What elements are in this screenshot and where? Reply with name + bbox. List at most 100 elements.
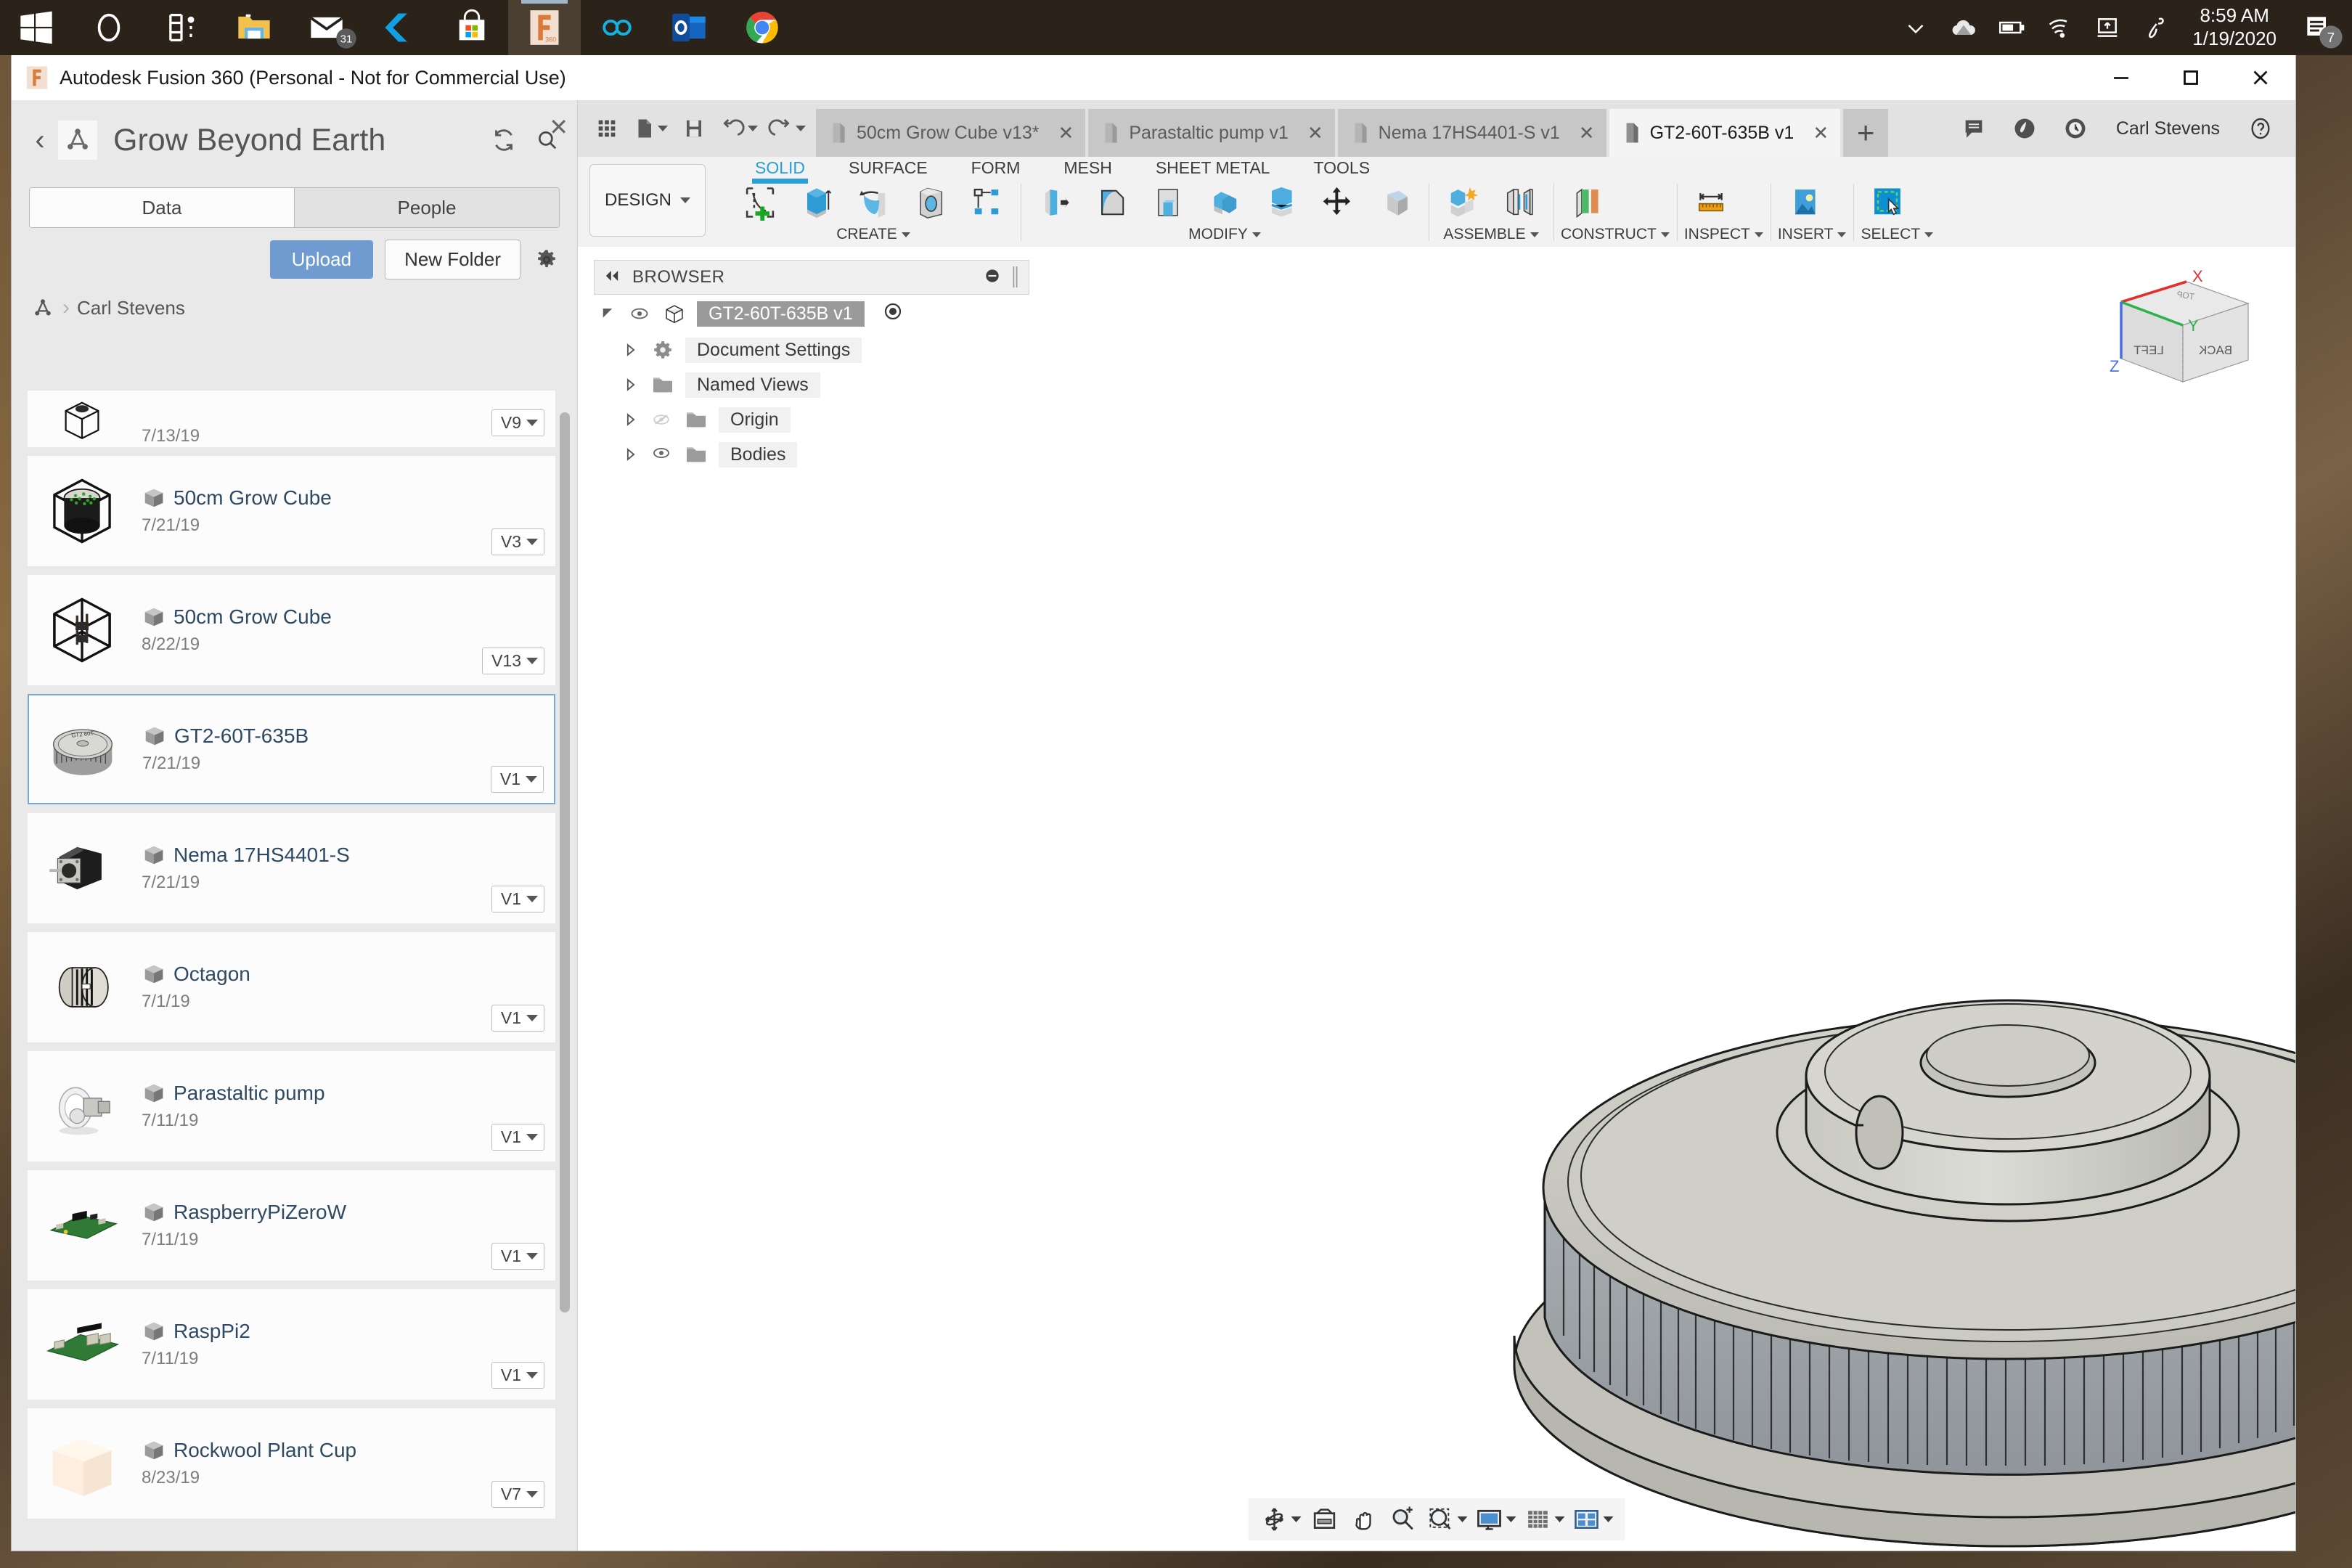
undo-icon[interactable]	[717, 107, 761, 150]
extrude-icon[interactable]	[790, 179, 844, 226]
fit-button[interactable]	[1424, 1500, 1471, 1538]
list-item[interactable]: Nema 17HS4401-S 7/21/19 V1	[28, 813, 555, 923]
pen-icon[interactable]	[2131, 0, 2179, 55]
workspace-switcher[interactable]: DESIGN	[589, 164, 706, 237]
measure-icon[interactable]	[1684, 179, 1738, 226]
breadcrumb-user[interactable]: Carl Stevens	[77, 297, 185, 319]
data-panel-back-button[interactable]: ‹	[25, 124, 55, 157]
expand-arrow-icon[interactable]	[600, 304, 618, 323]
create-sketch-icon[interactable]	[733, 179, 787, 226]
ribbon-tab-form[interactable]: FORM	[950, 157, 1042, 178]
3d-viewport[interactable]: BROWSER ║	[578, 247, 2295, 1551]
ribbon-group-inspect-label[interactable]: INSPECT	[1684, 226, 1763, 247]
document-tab-nema-17hs4401-s[interactable]: Nema 17HS4401-S v1 ✕	[1338, 109, 1606, 157]
new-tab-button[interactable]: +	[1843, 109, 1888, 157]
version-badge[interactable]: V13	[482, 648, 544, 674]
mail-button[interactable]: 31	[290, 0, 363, 55]
list-item[interactable]: 7/13/19 V9	[28, 391, 555, 447]
expand-arrow-icon[interactable]	[621, 340, 640, 359]
joint-icon[interactable]	[1493, 179, 1546, 226]
upload-button[interactable]: Upload	[270, 240, 373, 279]
version-badge[interactable]: V1	[491, 1362, 544, 1389]
start-button[interactable]	[0, 0, 73, 55]
fillet-icon[interactable]	[1085, 179, 1138, 226]
grid-snap-button[interactable]	[1521, 1500, 1568, 1538]
cortana-app-button[interactable]	[363, 0, 436, 55]
zoom-button[interactable]	[1384, 1500, 1422, 1538]
revolve-icon[interactable]	[846, 179, 900, 226]
data-panel-close-button[interactable]: ✕	[549, 113, 568, 141]
list-item[interactable]: RaspberryPiZeroW 7/11/19 V1	[28, 1170, 555, 1281]
tab-data[interactable]: Data	[30, 188, 294, 227]
visibility-eye-icon[interactable]	[649, 444, 674, 465]
close-icon[interactable]: ✕	[1058, 122, 1074, 144]
model-gt2-60t-635b[interactable]	[1478, 784, 2295, 1551]
wifi-icon[interactable]	[2035, 0, 2083, 55]
press-pull-icon[interactable]	[1028, 179, 1082, 226]
hole-icon[interactable]	[903, 179, 957, 226]
select-window-icon[interactable]	[1861, 179, 1914, 226]
list-item[interactable]: Parastaltic pump 7/11/19 V1	[28, 1051, 555, 1161]
insert-image-icon[interactable]	[1778, 179, 1832, 226]
ribbon-tab-surface[interactable]: SURFACE	[827, 157, 950, 178]
visibility-eye-icon[interactable]	[627, 306, 652, 321]
version-badge[interactable]: V1	[491, 1005, 544, 1032]
ribbon-tab-tools[interactable]: TOOLS	[1291, 157, 1392, 178]
chevron-up-icon[interactable]	[1892, 0, 1940, 55]
close-icon[interactable]: ✕	[1307, 122, 1323, 144]
list-item[interactable]: RaspPi2 7/11/19 V1	[28, 1289, 555, 1400]
display-settings-button[interactable]	[1472, 1500, 1519, 1538]
tab-people[interactable]: People	[294, 188, 559, 227]
ribbon-tab-sheet-metal[interactable]: SHEET METAL	[1134, 157, 1292, 178]
maximize-button[interactable]	[2156, 55, 2226, 100]
new-file-icon[interactable]	[630, 107, 671, 150]
upload-box-icon[interactable]	[2083, 0, 2131, 55]
refresh-icon[interactable]	[487, 127, 520, 153]
share-icon[interactable]	[2001, 103, 2048, 154]
tree-item-document-settings[interactable]: Document Settings	[594, 332, 1029, 367]
document-tab-gt2-60t-635b[interactable]: GT2-60T-635B v1 ✕	[1609, 109, 1841, 157]
redo-icon[interactable]	[765, 107, 809, 150]
cloud-icon[interactable]	[1940, 0, 1988, 55]
data-panel-scrollbar[interactable]	[560, 412, 570, 1519]
help-icon[interactable]	[2237, 103, 2284, 154]
battery-icon[interactable]	[1988, 0, 2035, 55]
new-component-icon[interactable]	[1436, 179, 1490, 226]
list-item[interactable]: Rockwool Plant Cup 8/23/19 V7	[28, 1408, 555, 1519]
version-badge[interactable]: V1	[491, 886, 544, 912]
close-icon[interactable]: ✕	[1813, 122, 1829, 144]
pan-button[interactable]	[1345, 1500, 1383, 1538]
history-clock-icon[interactable]	[2052, 103, 2099, 154]
chrome-button[interactable]	[726, 0, 799, 55]
new-folder-button[interactable]: New Folder	[385, 240, 520, 279]
offset-face-icon[interactable]	[1254, 179, 1308, 226]
file-explorer-button[interactable]	[218, 0, 290, 55]
minimize-button[interactable]	[2086, 55, 2156, 100]
collapse-all-icon[interactable]	[983, 266, 1002, 289]
expand-arrow-icon[interactable]	[621, 445, 640, 464]
tree-item-bodies[interactable]: Bodies	[594, 437, 1029, 472]
version-badge[interactable]: V1	[491, 766, 544, 793]
account-name[interactable]: Carl Stevens	[2103, 118, 2233, 139]
ribbon-group-create-label[interactable]: CREATE	[733, 226, 1013, 247]
tree-item-root[interactable]: GT2-60T-635B v1	[594, 295, 1029, 332]
expand-arrow-icon[interactable]	[621, 410, 640, 429]
view-cube[interactable]: LEFT BACK TOP X Y Z	[2099, 266, 2266, 404]
tree-item-origin[interactable]: Origin	[594, 402, 1029, 437]
delete-icon[interactable]	[1368, 179, 1421, 226]
tree-item-named-views[interactable]: Named Views	[594, 367, 1029, 402]
list-item[interactable]: 50cm Grow Cube 7/21/19 V3	[28, 456, 555, 566]
offset-plane-icon[interactable]	[1561, 179, 1614, 226]
version-badge[interactable]: V7	[491, 1481, 544, 1508]
scrollbar-thumb[interactable]	[560, 412, 570, 1312]
version-badge[interactable]: V3	[491, 528, 544, 555]
version-badge[interactable]: V1	[491, 1124, 544, 1151]
activate-component-radio[interactable]	[882, 301, 904, 327]
orbit-button[interactable]	[1257, 1500, 1304, 1538]
document-tab-50cm-grow-cube[interactable]: 50cm Grow Cube v13* ✕	[816, 109, 1085, 157]
list-item[interactable]: Octagon 7/1/19 V1	[28, 932, 555, 1042]
close-icon[interactable]: ✕	[1579, 122, 1595, 144]
version-badge[interactable]: V1	[491, 1243, 544, 1270]
fusion360-taskbar-button[interactable]: 360	[508, 0, 581, 55]
combine-icon[interactable]	[1198, 179, 1251, 226]
